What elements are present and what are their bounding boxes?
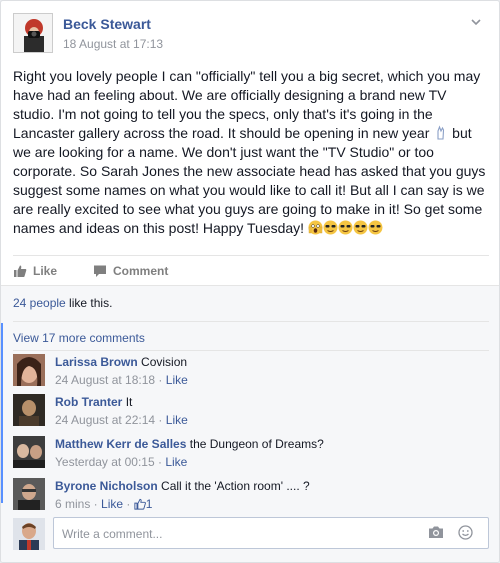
commenter-avatar[interactable] — [13, 478, 45, 510]
thumbs-up-icon — [134, 498, 146, 510]
commenter-avatar[interactable] — [13, 436, 45, 468]
fingers-crossed-emoji-icon — [437, 125, 445, 140]
commenter-avatar[interactable] — [13, 394, 45, 426]
comment-label: Comment — [113, 264, 169, 278]
comment-likes-count[interactable]: 1 — [146, 497, 153, 511]
post-timestamp[interactable]: 18 August at 17:13 — [63, 37, 163, 51]
comment-item: Byrone Nicholson Call it the 'Action roo… — [13, 478, 489, 514]
author-avatar[interactable] — [13, 13, 53, 53]
post-text-part-1: Right you lovely people I can "officiall… — [13, 68, 481, 141]
comment-like-link[interactable]: Like — [166, 373, 188, 387]
author-avatar-image — [14, 14, 52, 52]
smiley-icon[interactable] — [458, 525, 473, 540]
like-button[interactable]: Like — [13, 264, 57, 278]
comment-meta: 24 August at 22:14 · Like — [55, 413, 188, 427]
comments-accent-bar — [1, 323, 3, 503]
commenter-avatar-image — [13, 478, 45, 510]
comment-body: Rob Tranter It 24 August at 22:14 · Like — [55, 394, 489, 428]
commenter-name[interactable]: Matthew Kerr de Salles — [55, 437, 186, 451]
post-body: Right you lovely people I can "officiall… — [13, 67, 489, 238]
comment-composer: Write a comment... — [13, 516, 489, 550]
comment-time[interactable]: 24 August at 18:18 — [55, 373, 155, 387]
comment-meta: 6 mins · Like · 1 — [55, 497, 153, 511]
comment-item: Matthew Kerr de Salles the Dungeon of Dr… — [13, 436, 489, 472]
comment-meta: Yesterday at 00:15 · Like — [55, 455, 188, 469]
comment-meta: 24 August at 18:18 · Like — [55, 373, 188, 387]
commenter-avatar-image — [13, 394, 45, 426]
comment-like-link[interactable]: Like — [165, 455, 187, 469]
thumbs-up-icon — [14, 265, 27, 277]
sunglasses-emoji-icon — [338, 220, 353, 235]
comment-like-link[interactable]: Like — [166, 413, 188, 427]
viewer-avatar — [13, 518, 45, 550]
comment-button[interactable]: Comment — [93, 264, 168, 278]
comment-input[interactable]: Write a comment... — [53, 517, 489, 549]
likes-suffix: like this. — [65, 296, 113, 310]
author-name[interactable]: Beck Stewart — [63, 16, 151, 32]
comment-item: Larissa Brown Covision 24 August at 18:1… — [13, 354, 489, 390]
comment-text: It — [125, 395, 133, 409]
commenter-avatar[interactable] — [13, 354, 45, 386]
screaming-face-emoji-icon — [308, 220, 323, 235]
comments-section: 24 people like this. View 17 more commen… — [1, 285, 499, 562]
comment-time[interactable]: 6 mins — [55, 497, 90, 511]
post-header: Beck Stewart 18 August at 17:13 — [13, 13, 483, 57]
chevron-down-icon[interactable] — [469, 15, 483, 29]
post-card: Beck Stewart 18 August at 17:13 Right yo… — [0, 0, 500, 563]
viewer-avatar-image — [13, 518, 45, 550]
sunglasses-emoji-icon — [368, 220, 383, 235]
commenter-avatar-image — [13, 436, 45, 468]
commenter-name[interactable]: Larissa Brown — [55, 355, 138, 369]
comment-item: Rob Tranter It 24 August at 22:14 · Like — [13, 394, 489, 430]
likes-summary: 24 people like this. — [13, 296, 112, 310]
commenter-name[interactable]: Rob Tranter — [55, 395, 122, 409]
divider — [13, 350, 489, 351]
commenter-name[interactable]: Byrone Nicholson — [55, 479, 158, 493]
view-more-comments-link[interactable]: View 17 more comments — [13, 331, 145, 345]
comment-body: Larissa Brown Covision 24 August at 18:1… — [55, 354, 489, 388]
sunglasses-emoji-icon — [353, 220, 368, 235]
comment-time[interactable]: Yesterday at 00:15 — [55, 455, 155, 469]
comment-body: Byrone Nicholson Call it the 'Action roo… — [55, 478, 489, 512]
comment-like-link[interactable]: Like — [101, 497, 123, 511]
post-actions: Like Comment — [13, 255, 489, 285]
comment-text: Covision — [141, 355, 188, 369]
camera-icon[interactable] — [428, 525, 444, 539]
divider — [13, 321, 489, 322]
comment-icon — [94, 265, 106, 277]
comment-text: Call it the 'Action room' .... ? — [161, 479, 310, 493]
comment-text: the Dungeon of Dreams? — [189, 437, 324, 451]
like-label: Like — [33, 264, 58, 278]
comment-time[interactable]: 24 August at 22:14 — [55, 413, 155, 427]
sunglasses-emoji-icon — [323, 220, 338, 235]
post-text-part-2: but we are looking for a name. We don't … — [13, 125, 486, 236]
likes-people-link[interactable]: 24 people — [13, 296, 66, 310]
commenter-avatar-image — [13, 354, 45, 386]
comment-body: Matthew Kerr de Salles the Dungeon of Dr… — [55, 436, 489, 470]
